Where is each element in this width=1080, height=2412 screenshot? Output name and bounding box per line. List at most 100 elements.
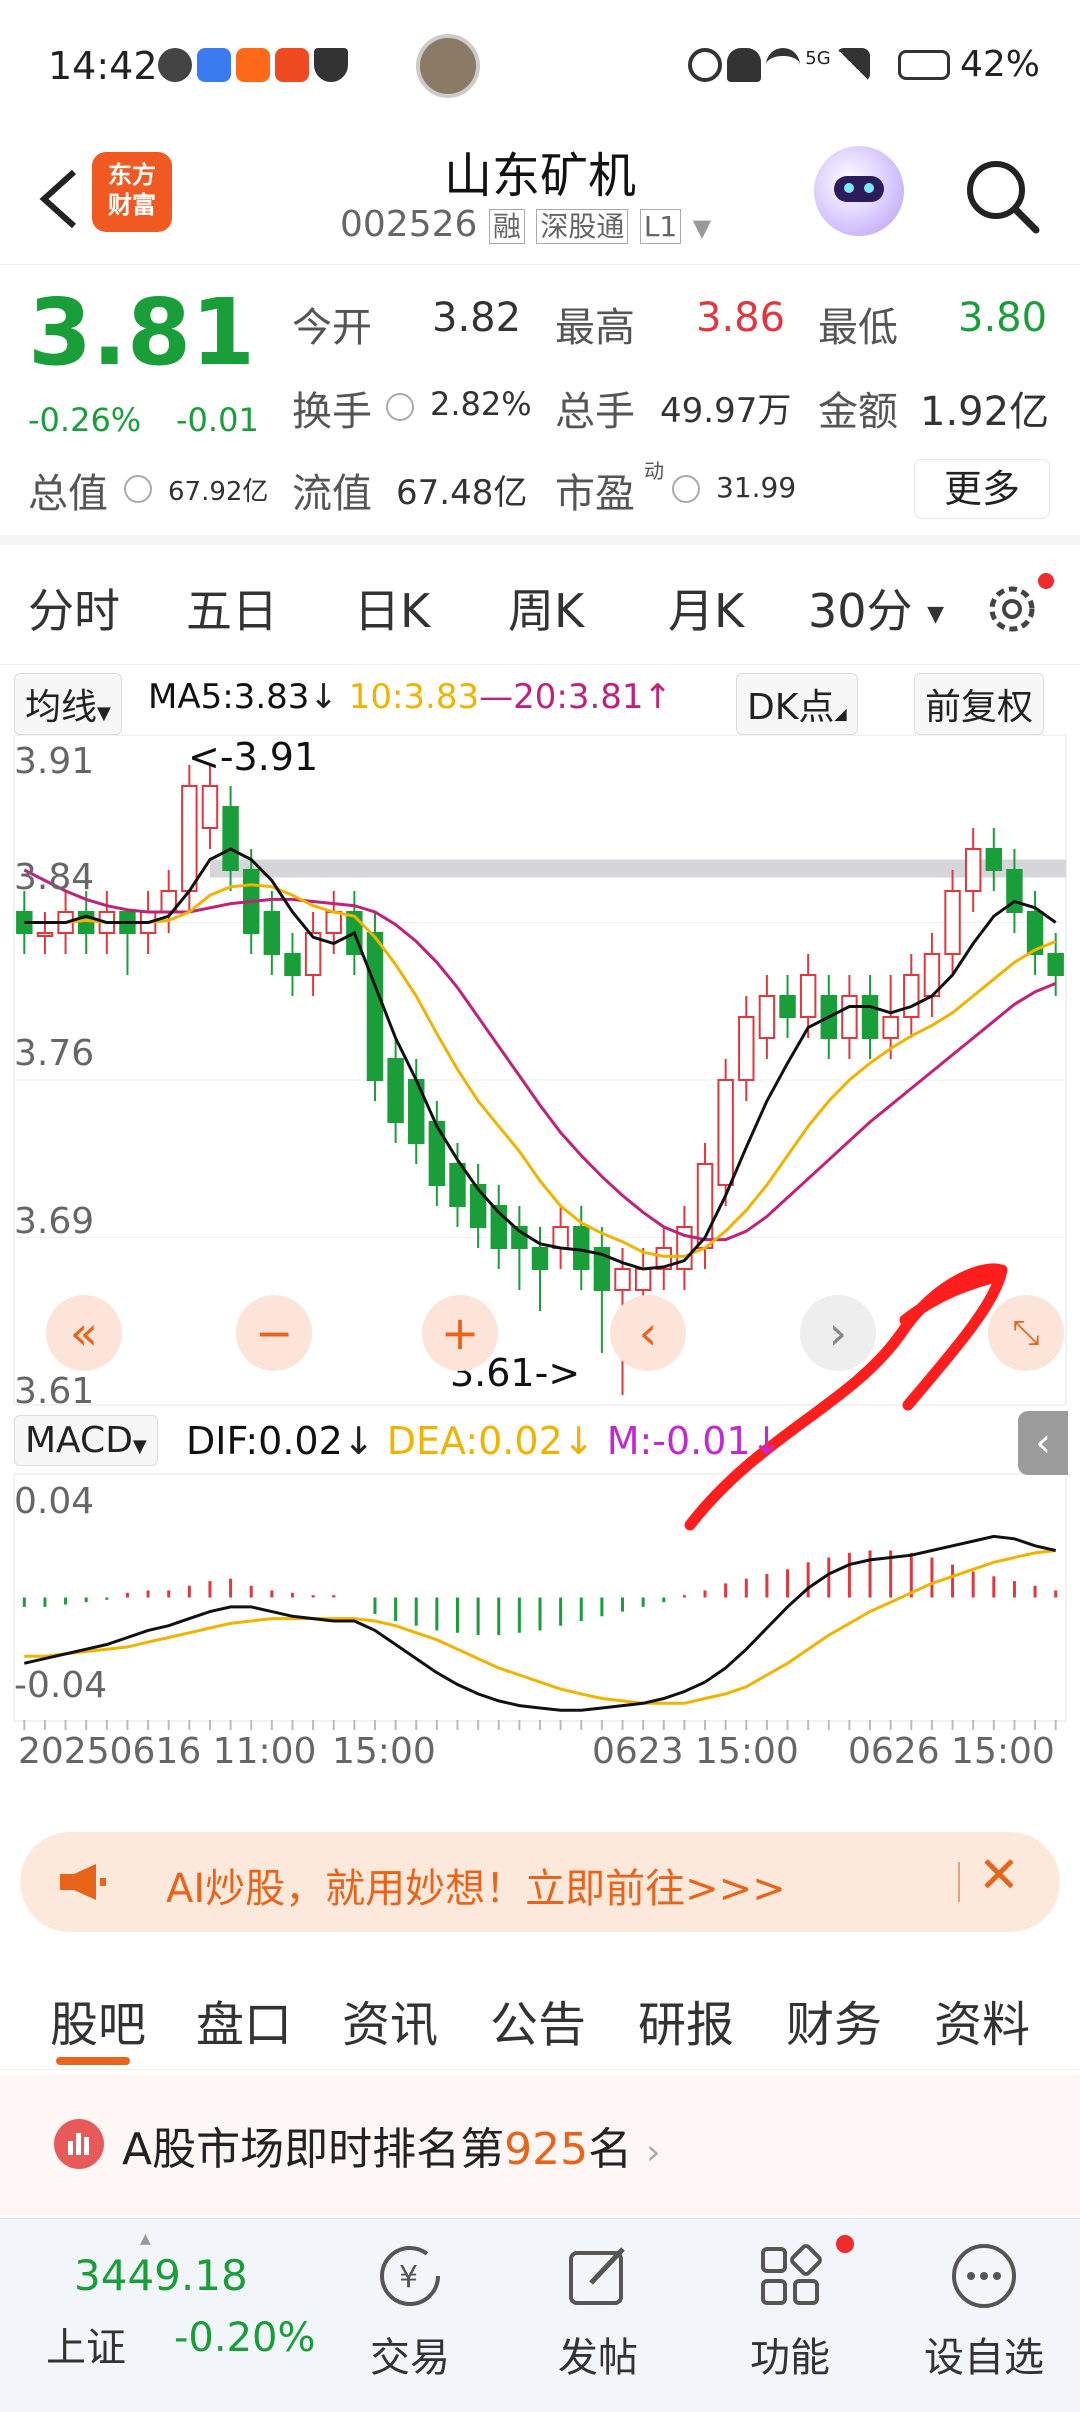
stock-code-row: 002526 融 深股通 L1 ▼: [340, 204, 711, 245]
zoom-in-icon[interactable]: +: [422, 1295, 498, 1371]
kline-svg[interactable]: [0, 734, 1080, 2346]
x-tick-label: 0626 15:00: [848, 1731, 1055, 1772]
nav-watchlist[interactable]: 设自选: [914, 2239, 1054, 2383]
y-tick-label: 3.76: [14, 1033, 95, 1074]
tab-news[interactable]: 资讯: [342, 1985, 438, 2055]
rank-suffix: 名: [588, 2124, 633, 2175]
tab-profile[interactable]: 资料: [934, 1985, 1030, 2055]
gear-icon[interactable]: [980, 577, 1044, 641]
max-annotation: <-3.91: [188, 735, 319, 779]
nav-trade-label: 交易: [370, 2335, 450, 2381]
field-turnover-value: 2.82%: [430, 385, 532, 423]
dea-value: DEA:0.02: [386, 1419, 563, 1463]
active-tab-indicator: [56, 2057, 130, 2065]
next-icon[interactable]: ›: [800, 1295, 876, 1371]
banner-divider: [958, 1862, 960, 1902]
stock-code: 002526: [340, 204, 478, 245]
rewind-icon[interactable]: «: [46, 1295, 122, 1371]
arrow-down-icon: ↓: [309, 677, 338, 717]
macd-values: DIF:0.02↓ DEA:0.02↓ M:-0.01↓: [186, 1419, 782, 1463]
candle-body: [944, 890, 961, 955]
tab-weekly-k[interactable]: 周K: [508, 575, 584, 641]
chart-area[interactable]: 3.91 3.84 3.76 3.69 3.61 <-3.91 3.61-> «…: [0, 734, 1080, 2346]
arrow-down-icon: ↓: [562, 1419, 595, 1463]
adjust-select-label: 前复权: [925, 687, 1034, 728]
field-high-value: 3.86: [696, 295, 786, 341]
zoom-out-icon[interactable]: −: [236, 1295, 312, 1371]
network-label: 5G: [805, 48, 831, 69]
ai-banner[interactable]: AI炒股，就用妙想！立即前往>>> ✕: [20, 1832, 1060, 1932]
arrow-down-icon: ↓: [750, 1419, 783, 1463]
candle-body: [985, 848, 1003, 871]
candle-body: [428, 1121, 446, 1186]
tab-five-day[interactable]: 五日: [186, 575, 278, 641]
field-low-value: 3.80: [958, 295, 1048, 341]
banner-text[interactable]: AI炒股，就用妙想！立即前往>>>: [166, 1856, 786, 1914]
collapse-tab-icon[interactable]: ‹: [1018, 1411, 1068, 1475]
tab-30min-label: 30分: [808, 584, 913, 638]
ma-select[interactable]: 均线▼: [14, 673, 122, 735]
macd-select[interactable]: MACD▼: [14, 1415, 158, 1466]
tab-pankou[interactable]: 盘口: [196, 1985, 292, 2055]
macd-select-label: MACD: [25, 1420, 133, 1461]
field-amount-value: 1.92亿: [920, 389, 1050, 435]
caret-down-icon: ▼: [927, 602, 945, 627]
field-volume-value: 49.97万: [660, 391, 792, 431]
candle-body: [284, 953, 301, 976]
last-price: 3.81: [28, 279, 255, 386]
tab-daily-k[interactable]: 日K: [354, 575, 430, 641]
macd-y-tick-label: 0.04: [14, 1481, 95, 1522]
tab-financials[interactable]: 财务: [786, 1985, 882, 2055]
adjust-select[interactable]: 前复权: [914, 673, 1045, 735]
bottom-nav: ▲ 3449.18 上证 -0.20% ¥ 交易 发帖 功能 设自选: [0, 2218, 1080, 2412]
tab-research[interactable]: 研报: [638, 1985, 734, 2055]
field-low-label: 最低: [818, 305, 898, 351]
tab-monthly-k[interactable]: 月K: [668, 575, 744, 641]
search-icon[interactable]: [962, 156, 1042, 236]
tag-connect: 深股通: [536, 209, 629, 244]
info-circle-icon[interactable]: [124, 475, 152, 503]
tab-30min[interactable]: 30分 ▼: [808, 575, 944, 641]
nav-functions[interactable]: 功能: [720, 2235, 860, 2383]
nav-post[interactable]: 发帖: [528, 2239, 668, 2383]
more-button[interactable]: 更多: [914, 459, 1050, 519]
arrow-up-icon: ↑: [643, 677, 673, 717]
chevron-right-icon[interactable]: ›: [646, 2132, 660, 2173]
fullscreen-icon[interactable]: ⤡: [988, 1295, 1064, 1371]
rank-text: A股市场即时排名第925名 ›: [122, 2113, 661, 2177]
x-tick-label: 15:00: [332, 1731, 436, 1772]
avatar[interactable]: [416, 34, 480, 98]
ma10-line: [24, 883, 1057, 1258]
close-icon[interactable]: ✕: [978, 1846, 1020, 1904]
candle-body: [181, 785, 198, 892]
info-circle-icon[interactable]: [672, 475, 700, 503]
tab-guba[interactable]: 股吧: [50, 1985, 146, 2055]
prev-icon[interactable]: ‹: [610, 1295, 686, 1371]
grid-icon: [761, 2244, 822, 2305]
dk-select-label: DK点: [747, 687, 835, 728]
battery-icon: [898, 50, 950, 80]
tab-intraday[interactable]: 分时: [28, 575, 120, 641]
candle-body: [1047, 953, 1064, 976]
dash-icon: —: [479, 677, 514, 717]
indicator-bar: 均线▼ MA5:3.83↓ 10:3.83—20:3.81↑ DK点◢ 前复权: [0, 665, 1080, 735]
ai-robot-icon[interactable]: [814, 146, 904, 236]
chevron-down-icon[interactable]: ▼: [693, 214, 711, 242]
bar-chart-icon: [54, 2119, 104, 2169]
candle-body: [366, 932, 384, 1081]
rank-card[interactable]: A股市场即时排名第925名 ›: [0, 2075, 1080, 2215]
change-amount: -0.01: [176, 401, 259, 439]
shield-icon: [314, 48, 349, 82]
dif-value: DIF:0.02: [186, 1419, 343, 1463]
info-circle-icon[interactable]: [386, 393, 414, 421]
field-float-value: 67.48亿: [396, 473, 528, 513]
mute-icon: [727, 48, 762, 82]
y-tick-label: 3.91: [14, 741, 95, 782]
nav-trade[interactable]: ¥ 交易: [340, 2239, 480, 2383]
tab-announcements[interactable]: 公告: [490, 1985, 586, 2055]
x-tick-label: 0623 15:00: [592, 1731, 799, 1772]
ma20-line: [23, 868, 1057, 1242]
dk-select[interactable]: DK点◢: [736, 673, 858, 735]
megaphone-icon: [56, 1862, 108, 1902]
candle-body: [779, 995, 796, 1018]
